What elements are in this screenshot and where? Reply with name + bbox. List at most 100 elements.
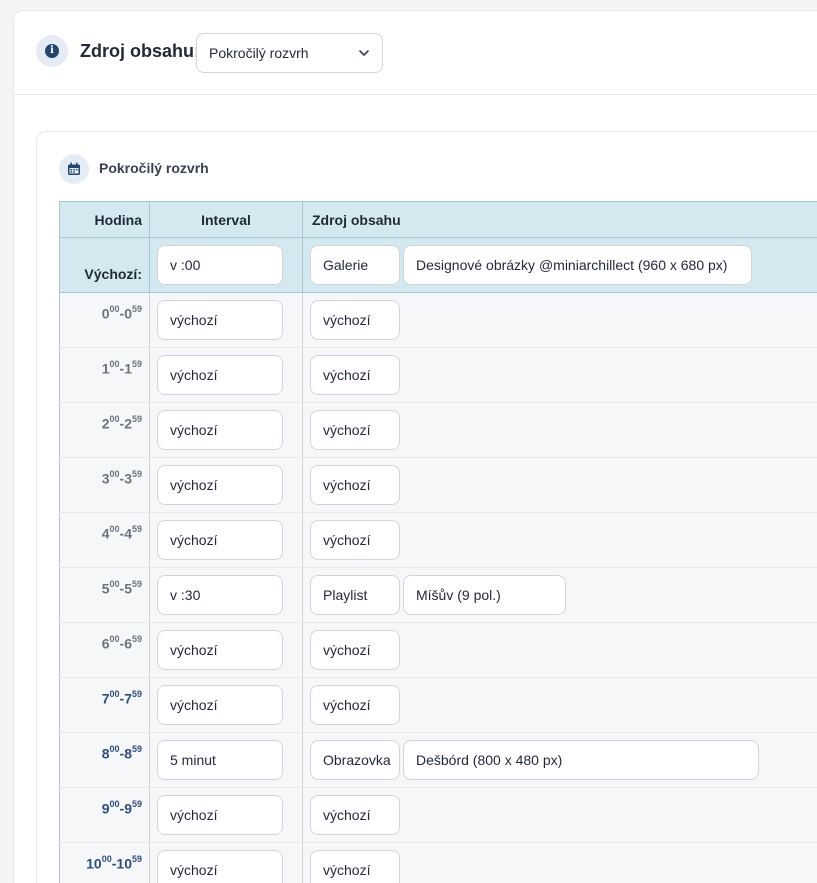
default-source-cell: Galerie Designové obrázky @miniarchillec…	[302, 238, 817, 292]
interval-cell: výchozí	[149, 788, 302, 842]
interval-select[interactable]: výchozí	[157, 355, 283, 395]
table-row: 100-159 výchozí výchozí	[59, 348, 817, 403]
default-label: Výchozí:	[59, 238, 149, 292]
interval-select[interactable]: výchozí	[157, 465, 283, 505]
hour-label: 000-059	[101, 304, 142, 322]
source-select[interactable]: výchozí	[310, 410, 400, 450]
advanced-schedule-card: Pokročilý rozvrh Hodina Interval Zdroj o…	[36, 131, 817, 883]
source-cell: Obrazovka Dešbórd (800 x 480 px)	[302, 733, 817, 787]
default-interval-select[interactable]: v :00	[157, 245, 283, 285]
hour-cell: 700-759	[59, 678, 149, 732]
col-header-source: Zdroj obsahu	[302, 202, 817, 237]
hour-cell: 100-159	[59, 348, 149, 402]
hour-cell: 400-459	[59, 513, 149, 567]
source-cell: výchozí	[302, 678, 817, 732]
hour-cell: 300-359	[59, 458, 149, 512]
source-cell: výchozí	[302, 623, 817, 677]
interval-cell: výchozí	[149, 458, 302, 512]
interval-cell: výchozí	[149, 513, 302, 567]
interval-cell: 5 minut	[149, 733, 302, 787]
interval-select[interactable]: výchozí	[157, 410, 283, 450]
interval-select[interactable]: výchozí	[157, 630, 283, 670]
interval-select[interactable]: výchozí	[157, 520, 283, 560]
hour-label: 700-759	[101, 689, 142, 707]
hour-cell: 000-059	[59, 293, 149, 347]
source-select[interactable]: výchozí	[310, 850, 400, 883]
interval-select[interactable]: v :30	[157, 575, 283, 615]
content-source-selected: Pokročilý rozvrh	[209, 45, 309, 61]
default-detail-select[interactable]: Designové obrázky @miniarchillect (960 x…	[403, 245, 752, 285]
table-row: 800-859 5 minut Obrazovka Dešbórd (800 x 48…	[59, 733, 817, 788]
content-source-select[interactable]: Pokročilý rozvrh	[196, 33, 383, 73]
table-row: 300-359 výchozí výchozí	[59, 458, 817, 513]
source-select[interactable]: výchozí	[310, 465, 400, 505]
hour-label: 600-659	[101, 634, 142, 652]
col-header-interval: Interval	[149, 202, 302, 237]
interval-select[interactable]: výchozí	[157, 795, 283, 835]
hour-label: 500-559	[101, 579, 142, 597]
interval-cell: výchozí	[149, 843, 302, 883]
source-cell: výchozí	[302, 788, 817, 842]
table-row: 600-659 výchozí výchozí	[59, 623, 817, 678]
table-row: 200-259 výchozí výchozí	[59, 403, 817, 458]
content-source-header: i Zdroj obsahu: Pokročilý rozvrh	[14, 11, 817, 95]
table-row: 1000-1059 výchozí výchozí	[59, 843, 817, 883]
interval-cell: výchozí	[149, 678, 302, 732]
source-cell: Playlist Míšův (9 pol.)	[302, 568, 817, 622]
hour-label: 400-459	[101, 524, 142, 542]
interval-select[interactable]: výchozí	[157, 300, 283, 340]
hour-label: 1000-1059	[86, 854, 142, 872]
source-select[interactable]: Obrazovka	[310, 740, 400, 780]
source-cell: výchozí	[302, 843, 817, 883]
interval-cell: výchozí	[149, 623, 302, 677]
hour-cell: 800-859	[59, 733, 149, 787]
interval-cell: výchozí	[149, 403, 302, 457]
table-row: 500-559 v :30 Playlist Míšův (9 pol.)	[59, 568, 817, 623]
chevron-down-icon	[359, 50, 369, 56]
hour-label: 100-159	[101, 359, 142, 377]
hour-cell: 200-259	[59, 403, 149, 457]
source-cell: výchozí	[302, 403, 817, 457]
default-interval-cell: v :00	[149, 238, 302, 292]
interval-select[interactable]: výchozí	[157, 850, 283, 883]
source-select[interactable]: Playlist	[310, 575, 400, 615]
interval-cell: výchozí	[149, 348, 302, 402]
table-row: 900-959 výchozí výchozí	[59, 788, 817, 843]
source-detail-select[interactable]: Míšův (9 pol.)	[403, 575, 566, 615]
source-cell: výchozí	[302, 458, 817, 512]
content-source-label: Zdroj obsahu:	[80, 41, 200, 61]
default-source-select[interactable]: Galerie	[310, 245, 400, 285]
table-row: 400-459 výchozí výchozí	[59, 513, 817, 568]
default-row: Výchozí: v :00 Galerie Designové obrázky…	[59, 238, 817, 293]
table-row: 000-059 výchozí výchozí	[59, 293, 817, 348]
interval-cell: v :30	[149, 568, 302, 622]
hour-label: 200-259	[101, 414, 142, 432]
schedule-table: Hodina Interval Zdroj obsahu Výchozí: v …	[59, 201, 817, 883]
col-header-hour: Hodina	[59, 202, 149, 237]
source-select[interactable]: výchozí	[310, 630, 400, 670]
interval-select[interactable]: výchozí	[157, 685, 283, 725]
hour-cell: 600-659	[59, 623, 149, 677]
source-select[interactable]: výchozí	[310, 685, 400, 725]
interval-select[interactable]: 5 minut	[157, 740, 283, 780]
source-select[interactable]: výchozí	[310, 795, 400, 835]
hour-cell: 900-959	[59, 788, 149, 842]
source-cell: výchozí	[302, 293, 817, 347]
source-cell: výchozí	[302, 348, 817, 402]
table-row: 700-759 výchozí výchozí	[59, 678, 817, 733]
hour-cell: 500-559	[59, 568, 149, 622]
hour-label: 300-359	[101, 469, 142, 487]
section-title: Pokročilý rozvrh	[99, 160, 209, 176]
hour-label: 900-959	[101, 799, 142, 817]
hour-label: 800-859	[101, 744, 142, 762]
source-detail-select[interactable]: Dešbórd (800 x 480 px)	[403, 740, 759, 780]
hour-cell: 1000-1059	[59, 843, 149, 883]
source-select[interactable]: výchozí	[310, 300, 400, 340]
info-icon: i	[36, 35, 68, 67]
table-header-row: Hodina Interval Zdroj obsahu	[59, 201, 817, 238]
source-cell: výchozí	[302, 513, 817, 567]
content-source-card: i Zdroj obsahu: Pokročilý rozvrh Pokroči…	[13, 10, 817, 883]
source-select[interactable]: výchozí	[310, 355, 400, 395]
source-select[interactable]: výchozí	[310, 520, 400, 560]
calendar-icon	[59, 154, 89, 184]
